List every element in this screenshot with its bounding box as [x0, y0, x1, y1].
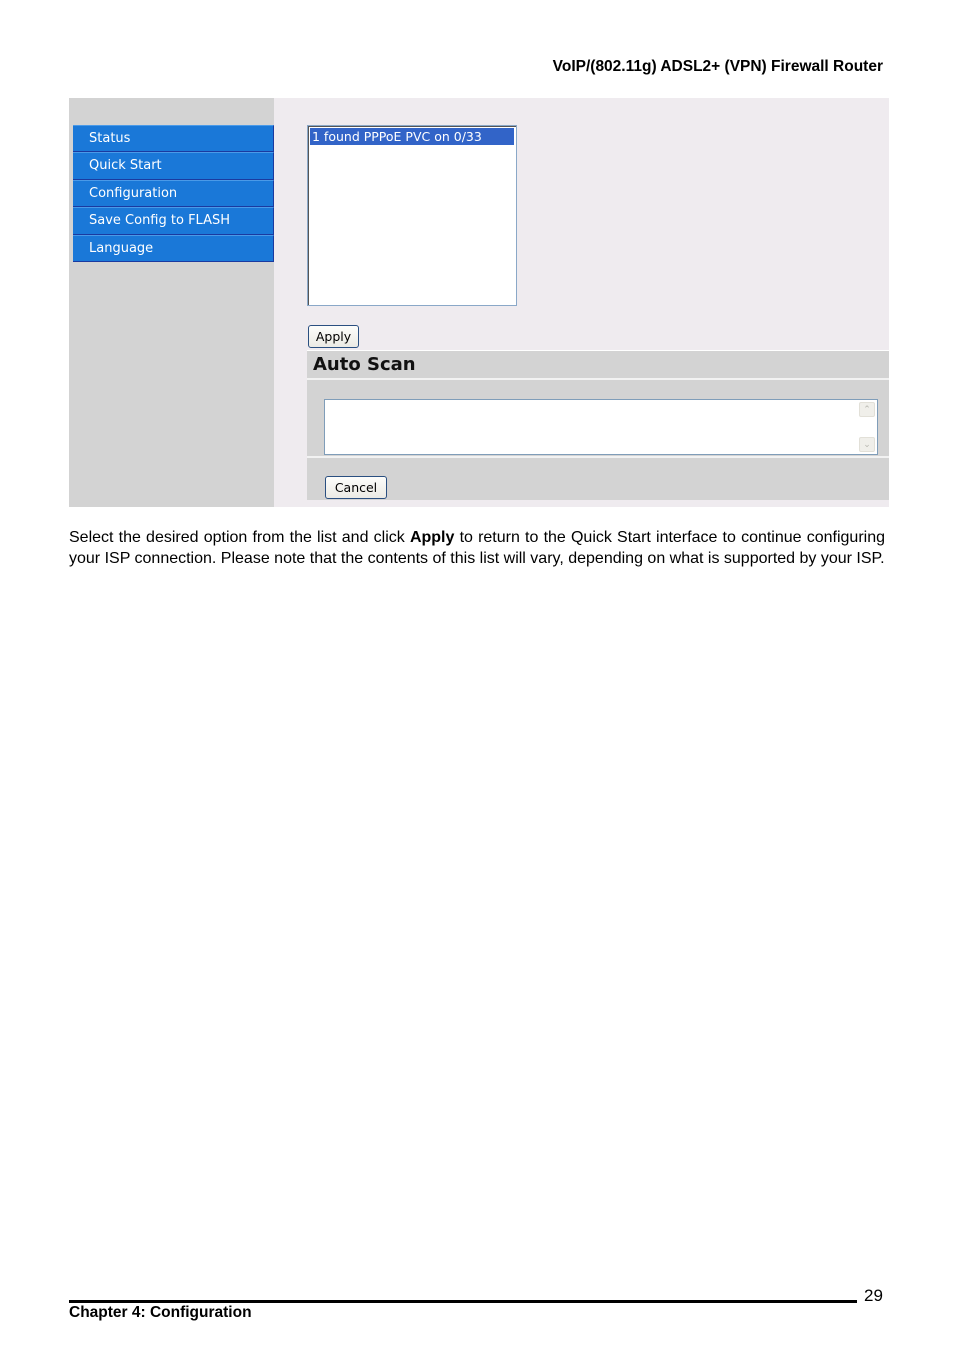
cancel-button[interactable]: Cancel: [325, 476, 387, 499]
auto-scan-heading: Auto Scan: [307, 350, 889, 378]
sidebar-item-save-config[interactable]: Save Config to FLASH: [73, 207, 274, 235]
sidebar-item-quick-start[interactable]: Quick Start: [73, 152, 274, 180]
body-text-start: Select the desired option from the list …: [69, 529, 410, 546]
scroll-up-icon[interactable]: ⌃: [859, 402, 875, 417]
auto-scan-textarea[interactable]: ⌃ ⌄: [324, 399, 878, 455]
body-paragraph: Select the desired option from the list …: [69, 528, 885, 569]
textarea-scrollbar[interactable]: ⌃ ⌄: [858, 401, 876, 453]
footer-rule: [69, 1300, 857, 1303]
page-number: 29: [864, 1286, 883, 1305]
sidebar-item-configuration[interactable]: Configuration: [73, 179, 274, 208]
apply-button[interactable]: Apply: [308, 325, 359, 348]
sidebar-item-status[interactable]: Status: [73, 125, 274, 153]
footer-chapter: Chapter 4: Configuration: [69, 1304, 252, 1321]
sidebar: Status Quick Start Configuration Save Co…: [69, 98, 274, 507]
auto-scan-panel: ⌃ ⌄ Cancel: [307, 378, 889, 500]
pvc-option-selected[interactable]: 1 found PPPoE PVC on 0/33: [310, 128, 514, 145]
scroll-down-icon[interactable]: ⌄: [859, 437, 875, 452]
panel-divider: [307, 456, 889, 458]
sidebar-item-language[interactable]: Language: [73, 234, 274, 262]
document-header-title: VoIP/(802.11g) ADSL2+ (VPN) Firewall Rou…: [552, 58, 883, 75]
router-ui-screenshot: Status Quick Start Configuration Save Co…: [69, 98, 889, 507]
body-text-bold-apply: Apply: [409, 529, 455, 546]
sidebar-nav: Status Quick Start Configuration Save Co…: [73, 125, 274, 262]
pvc-listbox[interactable]: 1 found PPPoE PVC on 0/33: [307, 125, 517, 306]
